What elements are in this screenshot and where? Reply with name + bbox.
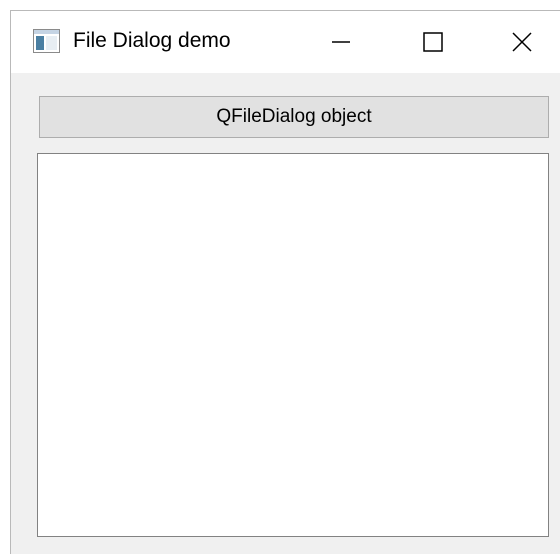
minimize-button[interactable] bbox=[296, 11, 386, 73]
main-window: File Dialog demo QFileDialog object bbox=[10, 10, 560, 554]
qfiledialog-object-button[interactable]: QFileDialog object bbox=[39, 96, 549, 138]
contents-text-area[interactable] bbox=[37, 153, 549, 537]
minimize-icon bbox=[332, 41, 350, 43]
close-button[interactable] bbox=[477, 11, 560, 73]
title-bar[interactable]: File Dialog demo bbox=[11, 11, 560, 73]
maximize-button[interactable] bbox=[388, 11, 478, 73]
maximize-icon bbox=[423, 32, 443, 52]
close-icon bbox=[512, 32, 532, 52]
window-title: File Dialog demo bbox=[73, 29, 231, 52]
application-window-icon[interactable] bbox=[33, 29, 60, 53]
